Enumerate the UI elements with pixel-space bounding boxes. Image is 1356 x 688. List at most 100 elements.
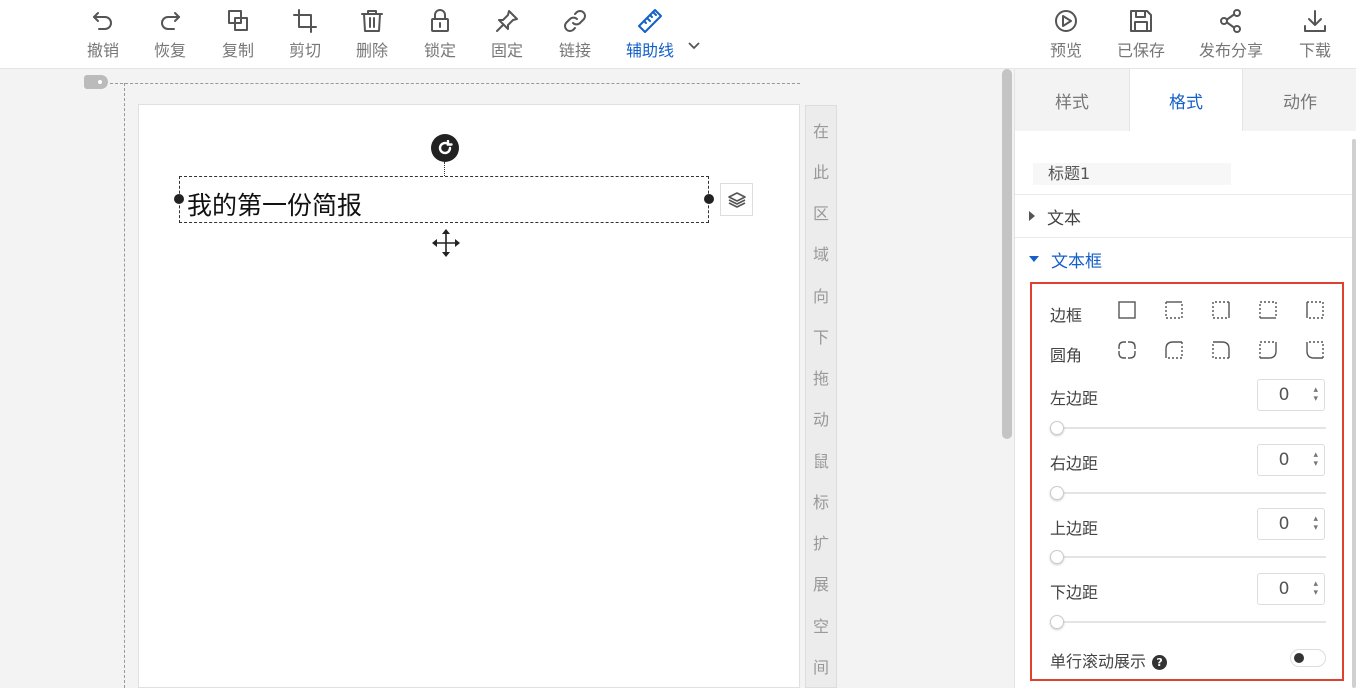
slider-knob[interactable] — [1050, 615, 1064, 629]
guide-line-vertical[interactable] — [124, 83, 125, 688]
radius-top-right-icon[interactable] — [1211, 340, 1231, 360]
publish-share-label: 发布分享 — [1199, 41, 1264, 60]
drag-strip-char: 下 — [812, 328, 829, 347]
slider-knob[interactable] — [1050, 421, 1064, 435]
rotate-handle-icon[interactable] — [431, 134, 459, 162]
toggle-knob[interactable] — [1294, 653, 1304, 663]
section-text[interactable]: 文本 — [1015, 194, 1356, 237]
padding-right-stepper[interactable]: 0 ▴ ▾ — [1257, 444, 1325, 476]
undo-button[interactable]: 撤销 — [75, 8, 131, 62]
lock-label: 锁定 — [423, 41, 456, 60]
resize-handle-right[interactable] — [704, 194, 714, 204]
padding-bottom-stepper[interactable]: 0 ▴ ▾ — [1257, 573, 1325, 605]
element-name-input[interactable] — [1033, 163, 1231, 185]
border-label: 边框 — [1050, 306, 1083, 325]
tab-format[interactable]: 格式 — [1129, 69, 1243, 131]
single-line-scroll-toggle[interactable] — [1290, 649, 1326, 667]
section-textbox[interactable]: 文本框 — [1015, 237, 1356, 280]
slider-track[interactable] — [1050, 427, 1326, 429]
drag-strip-char: 间 — [812, 658, 829, 677]
border-top-icon[interactable] — [1164, 300, 1184, 320]
move-icon[interactable] — [430, 227, 462, 259]
radius-top-left-icon[interactable] — [1164, 340, 1184, 360]
padding-top-stepper[interactable]: 0 ▴ ▾ — [1257, 508, 1325, 540]
rotate-connector — [444, 162, 445, 176]
tab-style[interactable]: 样式 — [1015, 69, 1129, 131]
padding-bottom-slider[interactable] — [1050, 615, 1326, 629]
guide-lines-label: 辅助线 — [625, 41, 674, 60]
single-line-scroll-label: 单行滚动展示 — [1050, 652, 1147, 671]
share-icon — [1220, 9, 1241, 33]
padding-right-slider[interactable] — [1050, 486, 1326, 500]
border-all-icon[interactable] — [1117, 300, 1137, 320]
stepper-arrows-icon[interactable]: ▴ ▾ — [1313, 580, 1318, 598]
link-icon — [564, 10, 586, 32]
drag-strip-char: 拖 — [812, 369, 829, 388]
panel-scrollbar[interactable] — [1352, 139, 1356, 688]
tab-action[interactable]: 动作 — [1243, 69, 1356, 131]
save-icon — [1130, 10, 1152, 32]
publish-share-button[interactable]: 发布分享 — [1199, 8, 1263, 62]
padding-left-slider[interactable] — [1050, 421, 1326, 435]
radius-bottom-right-icon[interactable] — [1258, 340, 1278, 360]
delete-label: 删除 — [355, 41, 388, 60]
border-left-icon[interactable] — [1305, 300, 1325, 320]
download-label: 下载 — [1298, 41, 1331, 60]
help-icon[interactable]: ? — [1152, 655, 1168, 670]
copy-label: 复制 — [221, 41, 254, 60]
top-toolbar: 撤销 恢复 复制 剪切 删除 锁定 固定 链接 辅助线 预览 已保存 发布分享 … — [0, 0, 1356, 69]
guide-tag-icon[interactable] — [84, 75, 108, 89]
slider-track[interactable] — [1050, 556, 1326, 558]
chevron-down-icon[interactable] — [686, 38, 702, 54]
padding-right-value[interactable]: 0 — [1258, 445, 1310, 475]
preview-button[interactable]: 预览 — [1038, 8, 1094, 62]
guide-line-horizontal[interactable] — [110, 83, 800, 84]
section-textbox-label: 文本框 — [1051, 251, 1102, 272]
stepper-arrows-icon[interactable]: ▴ ▾ — [1313, 386, 1318, 404]
resize-handle-left[interactable] — [174, 194, 184, 204]
drag-extend-area[interactable]: 在 此 区 域 向 下 拖 动 鼠 标 扩 展 空 间 — [805, 105, 837, 688]
cut-label: 剪切 — [288, 41, 321, 60]
radius-all-icon[interactable] — [1117, 340, 1137, 360]
stepper-arrows-icon[interactable]: ▴ ▾ — [1313, 515, 1318, 533]
selected-text[interactable]: 我的第一份简报 — [187, 186, 362, 222]
link-button[interactable]: 链接 — [547, 8, 603, 62]
border-bottom-icon[interactable] — [1258, 300, 1278, 320]
padding-top-slider[interactable] — [1050, 550, 1326, 564]
drag-strip-char: 标 — [812, 493, 829, 512]
slider-knob[interactable] — [1050, 486, 1064, 500]
canvas-scrollbar[interactable] — [1000, 69, 1014, 688]
padding-left-stepper[interactable]: 0 ▴ ▾ — [1257, 379, 1325, 411]
lock-icon — [431, 9, 449, 32]
slider-track[interactable] — [1050, 492, 1326, 494]
single-line-scroll-row: 单行滚动展示? — [1050, 648, 1168, 672]
selected-text-box[interactable]: 我的第一份简报 — [174, 176, 714, 223]
slider-track[interactable] — [1050, 621, 1326, 623]
canvas-area[interactable]: 我的第一份简报 在 此 区 域 向 下 拖 动 鼠 标 扩 展 空 间 — [0, 69, 1000, 688]
stepper-arrows-icon[interactable]: ▴ ▾ — [1313, 451, 1318, 469]
delete-button[interactable]: 删除 — [344, 8, 400, 62]
layers-icon — [727, 191, 746, 208]
pin-button[interactable]: 固定 — [479, 8, 535, 62]
copy-button[interactable]: 复制 — [210, 8, 266, 62]
padding-left-value[interactable]: 0 — [1258, 380, 1310, 410]
section-text-label: 文本 — [1047, 208, 1081, 229]
guide-lines-button[interactable]: 辅助线 — [622, 8, 678, 62]
padding-bottom-value[interactable]: 0 — [1258, 574, 1310, 604]
canvas-scrollbar-thumb[interactable] — [1002, 69, 1012, 439]
cut-button[interactable]: 剪切 — [277, 8, 333, 62]
lock-button[interactable]: 锁定 — [412, 8, 468, 62]
padding-top-value[interactable]: 0 — [1258, 509, 1310, 539]
preview-label: 预览 — [1049, 41, 1082, 60]
download-button[interactable]: 下载 — [1287, 8, 1343, 62]
layers-button[interactable] — [720, 183, 753, 216]
radius-bottom-left-icon[interactable] — [1305, 340, 1325, 360]
saved-button[interactable]: 已保存 — [1113, 8, 1169, 62]
drag-strip-char: 此 — [812, 163, 829, 182]
padding-top-label: 上边距 — [1050, 519, 1099, 538]
redo-button[interactable]: 恢复 — [142, 8, 198, 62]
border-right-icon[interactable] — [1211, 300, 1231, 320]
drag-strip-char: 域 — [812, 245, 829, 264]
slider-knob[interactable] — [1050, 550, 1064, 564]
panel-tabs: 样式 格式 动作 — [1015, 69, 1356, 131]
